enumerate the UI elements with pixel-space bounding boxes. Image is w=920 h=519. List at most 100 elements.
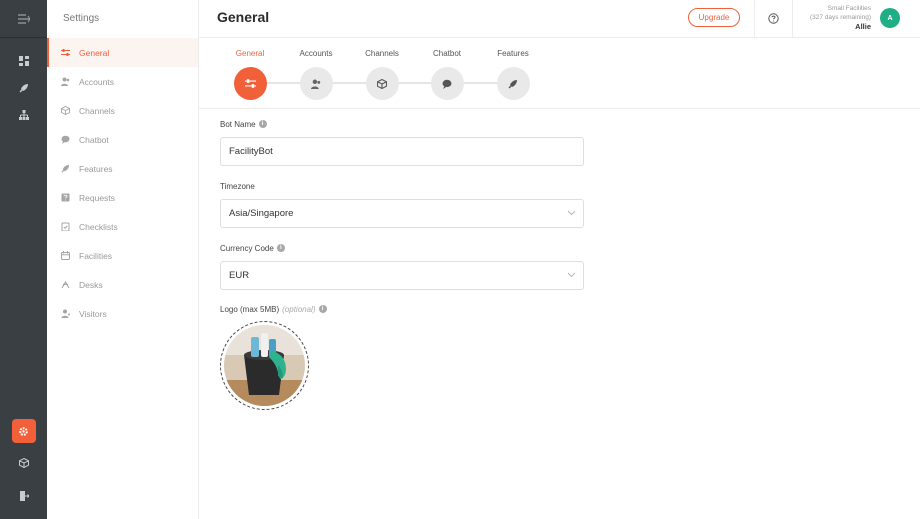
step-chatbot[interactable]: Chatbot [414, 38, 480, 100]
help-icon[interactable] [768, 13, 779, 24]
sidebar-item-label: Features [79, 163, 113, 174]
sidebar-item-accounts[interactable]: Accounts [47, 67, 198, 96]
chat-bubble-icon [442, 79, 452, 89]
sidebar-item-desks[interactable]: Desks [47, 270, 198, 299]
rail-features-button[interactable] [0, 74, 47, 101]
desk-icon [61, 280, 70, 289]
timezone-label-text: Timezone [220, 181, 255, 191]
cube-icon [377, 78, 387, 89]
step-circle [299, 67, 333, 100]
rail-org-button[interactable] [0, 101, 47, 128]
sidebar-item-chatbot[interactable]: Chatbot [47, 125, 198, 154]
sidebar-item-label: Chatbot [79, 134, 109, 145]
dashboard-icon [18, 55, 29, 66]
page-title: General [217, 9, 270, 25]
chat-bubble-icon [61, 135, 70, 144]
info-icon[interactable]: i [318, 305, 327, 313]
sidebar-item-label: Facilities [79, 250, 113, 261]
request-box-icon [61, 193, 70, 202]
step-label: Accounts [299, 49, 333, 58]
info-icon[interactable]: i [258, 120, 267, 128]
users-icon [61, 77, 70, 86]
sliders-icon [244, 79, 256, 88]
bot-name-label-text: Bot Name [220, 119, 256, 129]
cube-icon [18, 457, 29, 468]
sidebar-item-channels[interactable]: Channels [47, 96, 198, 125]
step-circle [233, 67, 267, 100]
logo-optional-text: (optional) [282, 304, 316, 314]
sidebar-item-label: Accounts [79, 76, 114, 87]
avatar[interactable]: A [880, 8, 900, 28]
rail-dashboard-button[interactable] [0, 47, 47, 74]
step-circle [365, 67, 399, 100]
sidebar-item-label: Checklists [79, 221, 118, 232]
menu-collapse-icon [17, 13, 30, 24]
logo-label: Logo (max 5MB) (optional) i [220, 303, 584, 315]
sidebar-item-visitors[interactable]: Visitors [47, 299, 198, 328]
bot-name-label: Bot Name i [220, 118, 584, 130]
calendar-icon [61, 251, 70, 260]
sidebar-item-label: General [79, 47, 110, 58]
setup-stepper: General Accounts Channels Chatbot Featur… [199, 38, 920, 109]
sidebar-item-label: Visitors [79, 308, 107, 319]
step-general[interactable]: General [217, 38, 283, 100]
step-label: Chatbot [432, 49, 462, 58]
sidebar-title: Settings [63, 13, 100, 24]
step-channels[interactable]: Channels [349, 38, 415, 100]
sidebar-item-facilities[interactable]: Facilities [47, 241, 198, 270]
currency-value: EUR [229, 270, 250, 281]
days-remaining: (327 days remaining) [809, 14, 871, 21]
currency-label-text: Currency Code [220, 243, 274, 253]
logo-image [224, 325, 305, 406]
logo-upload[interactable] [220, 321, 309, 410]
visitor-icon [61, 309, 70, 318]
account-info[interactable]: Small Facilities (327 days remaining) Al… [810, 4, 871, 31]
top-header: General Upgrade Small Facilities (327 da… [199, 0, 920, 38]
sidebar-item-label: Desks [79, 279, 103, 290]
rail-channels-button[interactable] [0, 449, 47, 476]
rocket-icon [61, 164, 70, 173]
org-chart-icon [18, 109, 29, 120]
rocket-icon [19, 83, 28, 92]
rail-logout-button[interactable] [0, 482, 47, 509]
plan-name: Small Facilities [827, 5, 871, 12]
timezone-label: Timezone [220, 180, 584, 192]
header-divider [754, 0, 755, 38]
step-accounts[interactable]: Accounts [283, 38, 349, 100]
sidebar-item-general[interactable]: General [47, 38, 198, 67]
step-label: Features [497, 49, 529, 58]
sidebar-item-label: Channels [79, 105, 115, 116]
step-label: General [235, 49, 265, 58]
sidebar-item-label: Requests [79, 192, 115, 203]
sliders-icon [61, 48, 70, 57]
step-circle [496, 67, 530, 100]
menu-toggle-button[interactable] [0, 0, 47, 38]
sidebar-item-checklists[interactable]: Checklists [47, 212, 198, 241]
app-rail [0, 0, 47, 519]
rocket-icon [508, 79, 517, 88]
bot-name-value: FacilityBot [229, 146, 273, 157]
rail-settings-button[interactable] [11, 419, 36, 443]
cube-icon [61, 106, 70, 115]
general-settings-form: Bot Name i FacilityBot Timezone Asia/Sin… [220, 118, 584, 410]
timezone-select[interactable]: Asia/Singapore [220, 199, 584, 228]
chevron-down-icon [567, 210, 576, 216]
settings-sidebar: Settings General Accounts Channels Chatb… [47, 0, 199, 519]
user-name: Allie [855, 22, 871, 31]
chevron-down-icon [567, 272, 576, 278]
bot-name-input[interactable]: FacilityBot [220, 137, 584, 166]
clipboard-check-icon [61, 222, 70, 231]
info-icon[interactable]: i [276, 244, 285, 252]
timezone-value: Asia/Singapore [229, 208, 294, 219]
upgrade-button[interactable]: Upgrade [688, 8, 740, 27]
step-label: Channels [365, 49, 399, 58]
sidebar-item-features[interactable]: Features [47, 154, 198, 183]
users-icon [311, 79, 321, 89]
step-circle [430, 67, 464, 100]
settings-gear-icon [19, 426, 28, 436]
logo-label-text: Logo (max 5MB) [220, 304, 280, 314]
header-divider [792, 0, 793, 38]
currency-select[interactable]: EUR [220, 261, 584, 290]
sidebar-item-requests[interactable]: Requests [47, 183, 198, 212]
step-features[interactable]: Features [480, 38, 546, 100]
